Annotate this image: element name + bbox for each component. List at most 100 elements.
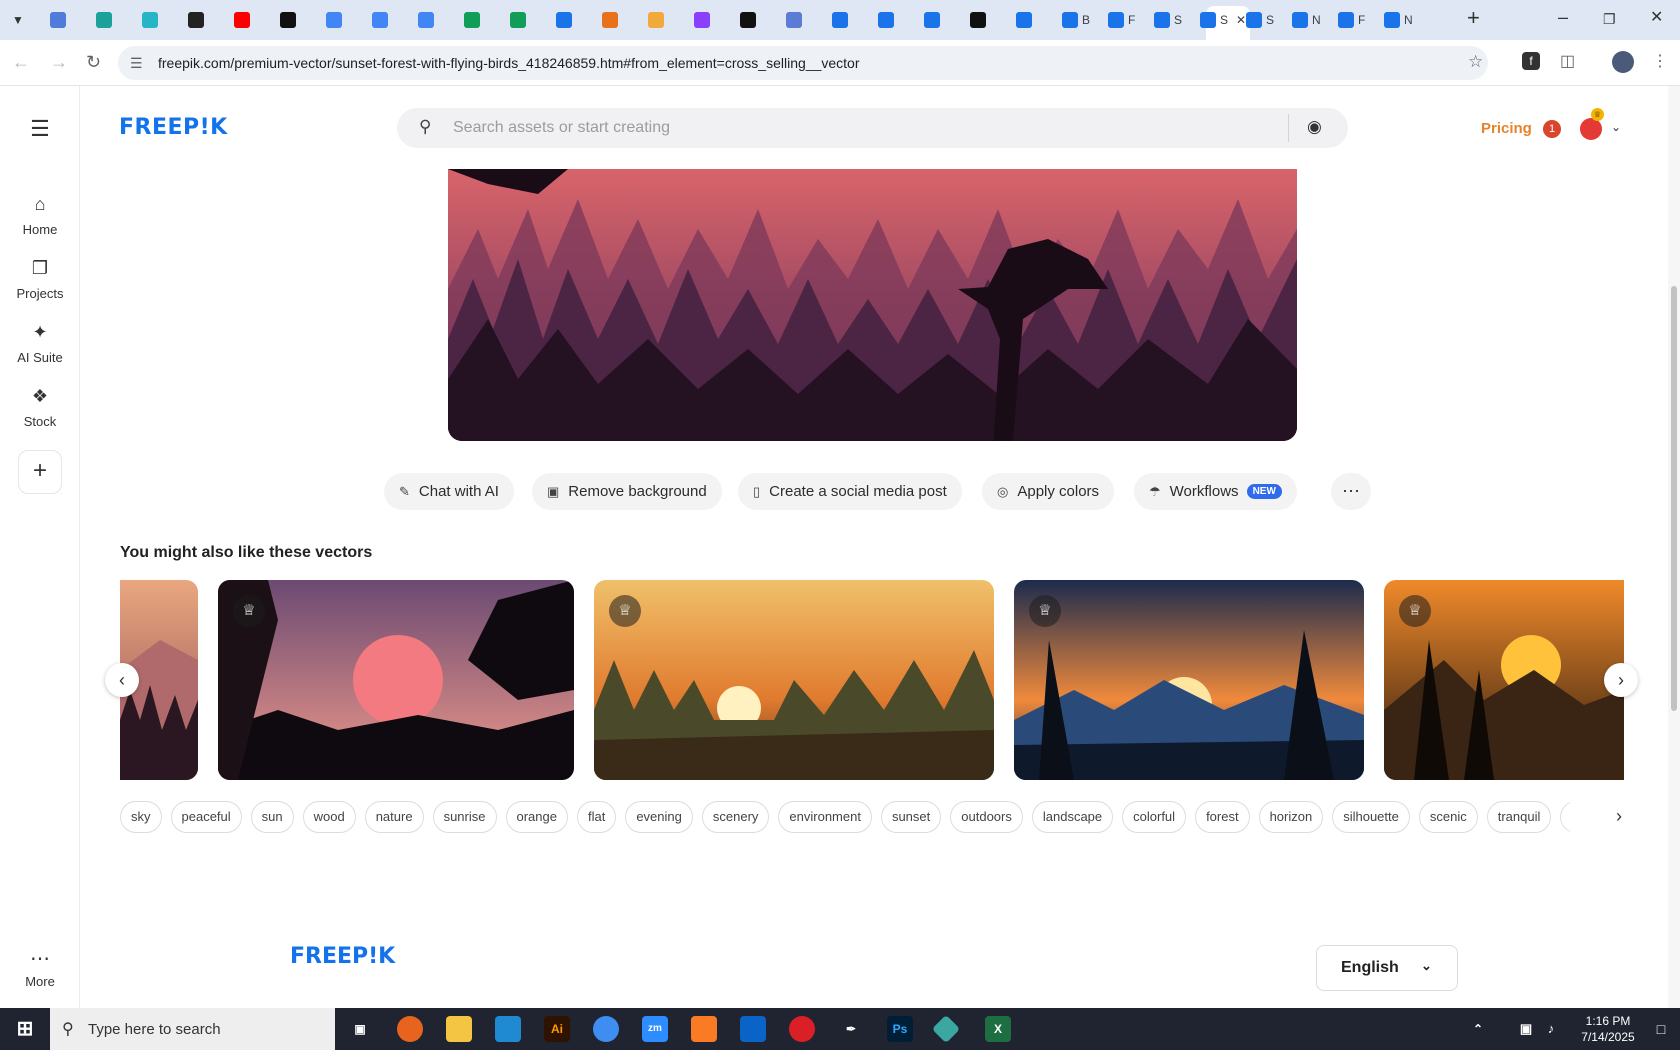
tag-chip[interactable]: flat	[576, 801, 617, 833]
rail-item-more[interactable]: ⋯ More	[0, 946, 80, 989]
similar-card-4[interactable]: ♕	[1384, 580, 1624, 780]
tab-docs-2[interactable]	[372, 6, 392, 34]
main-vector-preview[interactable]	[448, 169, 1297, 441]
tag-chip[interactable]: silhouette	[1332, 801, 1410, 833]
minimize-icon[interactable]: –	[1558, 8, 1568, 26]
rail-item-stock[interactable]: ❖ Stock	[0, 386, 80, 429]
tab-23[interactable]: B	[1062, 6, 1090, 34]
tab-18[interactable]	[832, 6, 852, 34]
chrome-icon[interactable]	[593, 1016, 619, 1042]
file-explorer-icon[interactable]	[446, 1016, 472, 1042]
tab-sheets-1[interactable]	[464, 6, 484, 34]
tab-25[interactable]: S	[1154, 6, 1182, 34]
tab-docs-3[interactable]	[418, 6, 438, 34]
camera-search-icon[interactable]: ◉	[1307, 117, 1322, 137]
tab-3[interactable]	[142, 6, 162, 34]
tag-chip[interactable]: horizon	[1258, 801, 1324, 833]
notifications-icon[interactable]: □	[1648, 1016, 1674, 1042]
tab-sheets-2[interactable]	[510, 6, 530, 34]
tag-chip[interactable]: landscape	[1031, 801, 1114, 833]
scrollbar-thumb[interactable]	[1671, 286, 1677, 711]
excel-icon[interactable]: X	[985, 1016, 1011, 1042]
tag-chip[interactable]: scenic	[1418, 801, 1478, 833]
tab-active[interactable]: S ✕	[1200, 6, 1246, 34]
close-window-icon[interactable]: ✕	[1650, 9, 1663, 27]
tab-4[interactable]	[188, 6, 208, 34]
tag-chip[interactable]: colorful	[1122, 801, 1187, 833]
hamburger-menu-icon[interactable]: ☰	[0, 116, 80, 141]
tab-13[interactable]	[602, 6, 622, 34]
illustrator-icon[interactable]: Ai	[544, 1016, 570, 1042]
creative-cloud-icon[interactable]	[789, 1016, 815, 1042]
network-icon[interactable]: ▣	[1513, 1016, 1539, 1042]
windows-search-box[interactable]: ⚲ Type here to search	[50, 1008, 335, 1050]
notification-icon[interactable]: 1	[1543, 120, 1561, 138]
xampp-icon[interactable]	[691, 1016, 717, 1042]
tab-28[interactable]: N	[1292, 6, 1321, 34]
account-chevron-icon[interactable]: ⌄	[1611, 120, 1621, 134]
tab-19[interactable]	[878, 6, 898, 34]
tag-chip[interactable]: sunset	[880, 801, 942, 833]
outlook-icon[interactable]	[740, 1016, 766, 1042]
tab-30[interactable]: N	[1384, 6, 1413, 34]
site-info-icon[interactable]: ☰	[130, 54, 143, 72]
close-tab-icon[interactable]: ✕	[1236, 13, 1246, 27]
restore-icon[interactable]: ❐	[1603, 10, 1616, 28]
windows-search-input[interactable]: Type here to search	[88, 1021, 221, 1038]
profile-avatar-icon[interactable]	[1612, 51, 1634, 73]
windows-start-icon[interactable]: ⊞	[12, 1016, 38, 1042]
tab-2[interactable]	[96, 6, 116, 34]
tray-chevron-icon[interactable]: ⌃	[1465, 1016, 1491, 1042]
tab-1[interactable]	[50, 6, 70, 34]
tag-chip[interactable]: environment	[778, 801, 872, 833]
app-diamond-icon[interactable]	[931, 1014, 961, 1044]
tag-chip[interactable]: sky	[120, 801, 162, 833]
tag-chip[interactable]: scenery	[701, 801, 770, 833]
tab-29[interactable]: F	[1338, 6, 1365, 34]
tag-chip[interactable]: nature	[364, 801, 424, 833]
url-text[interactable]: freepik.com/premium-vector/sunset-forest…	[158, 55, 859, 71]
zoom-icon[interactable]: zm	[642, 1016, 668, 1042]
photoshop-icon[interactable]: Ps	[887, 1016, 913, 1042]
rail-item-projects[interactable]: ❐ Projects	[0, 258, 80, 301]
tags-next-icon[interactable]: ›	[1616, 806, 1622, 827]
user-avatar[interactable]	[1580, 118, 1602, 140]
tab-12[interactable]	[556, 6, 576, 34]
remove-background-button[interactable]: ▣ Remove background	[532, 473, 722, 510]
tag-chip[interactable]: orange	[505, 801, 568, 833]
tag-chip[interactable]: wood	[302, 801, 356, 833]
footer-freepik-logo[interactable]: FREEP!K	[290, 944, 395, 969]
reload-icon[interactable]: ↻	[86, 53, 101, 71]
back-icon[interactable]: ←	[12, 53, 30, 71]
tab-15[interactable]	[694, 6, 714, 34]
tab-14[interactable]	[648, 6, 668, 34]
tab-6[interactable]	[280, 6, 300, 34]
similar-card-2[interactable]: ♕	[594, 580, 994, 780]
tab-docs-1[interactable]	[326, 6, 346, 34]
pen-tool-icon[interactable]: ✒	[838, 1016, 864, 1042]
carousel-prev-button[interactable]: ‹	[105, 663, 139, 697]
tab-22[interactable]	[1016, 6, 1036, 34]
tag-chip[interactable]: tranquil	[1486, 801, 1552, 833]
tab-24[interactable]: F	[1108, 6, 1135, 34]
pricing-link[interactable]: Pricing	[1481, 120, 1532, 137]
search-input[interactable]: Search assets or start creating	[453, 119, 670, 137]
apply-colors-button[interactable]: ◎ Apply colors	[982, 473, 1115, 510]
language-selector[interactable]: English ⌄	[1316, 945, 1458, 991]
system-clock[interactable]: 1:16 PM 7/14/2025	[1568, 1013, 1648, 1045]
tag-chip[interactable]: forest	[1195, 801, 1250, 833]
tab-21[interactable]	[970, 6, 990, 34]
tag-chip[interactable]: sun	[250, 801, 294, 833]
chat-with-ai-button[interactable]: ✎ Chat with AI	[384, 473, 514, 510]
workflows-button[interactable]: ☂ Workflows NEW	[1134, 473, 1297, 510]
tag-chip[interactable]: evening	[625, 801, 693, 833]
bookmark-star-icon[interactable]: ☆	[1468, 53, 1483, 71]
create-social-post-button[interactable]: ▯ Create a social media post	[738, 473, 962, 510]
page-scrollbar[interactable]	[1668, 86, 1680, 1008]
more-actions-button[interactable]: ⋯	[1331, 473, 1371, 510]
forward-icon[interactable]: →	[50, 53, 68, 71]
tag-chip[interactable]: sunrise	[432, 801, 497, 833]
rail-item-ai-suite[interactable]: ✦ AI Suite	[0, 322, 80, 365]
firefox-icon[interactable]	[397, 1016, 423, 1042]
task-view-icon[interactable]: ▣	[347, 1016, 373, 1042]
